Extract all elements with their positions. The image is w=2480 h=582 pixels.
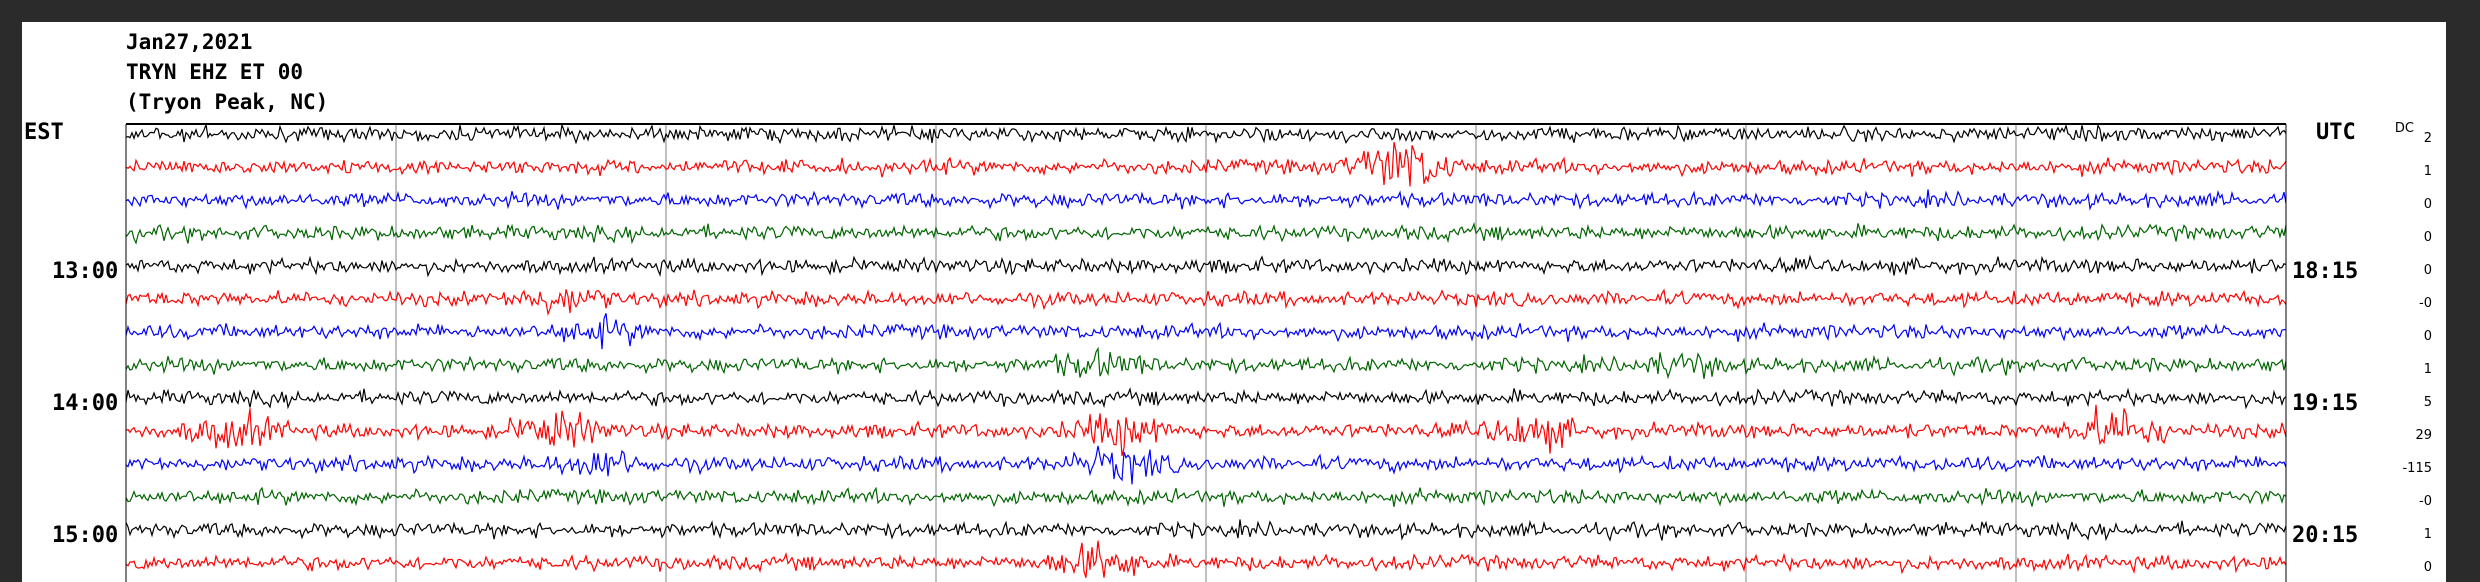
seismogram-sheet: Jan27,2021 TRYN EHZ ET 00 (Tryon Peak, N… <box>22 22 2446 582</box>
helicorder-plot <box>125 122 2287 582</box>
